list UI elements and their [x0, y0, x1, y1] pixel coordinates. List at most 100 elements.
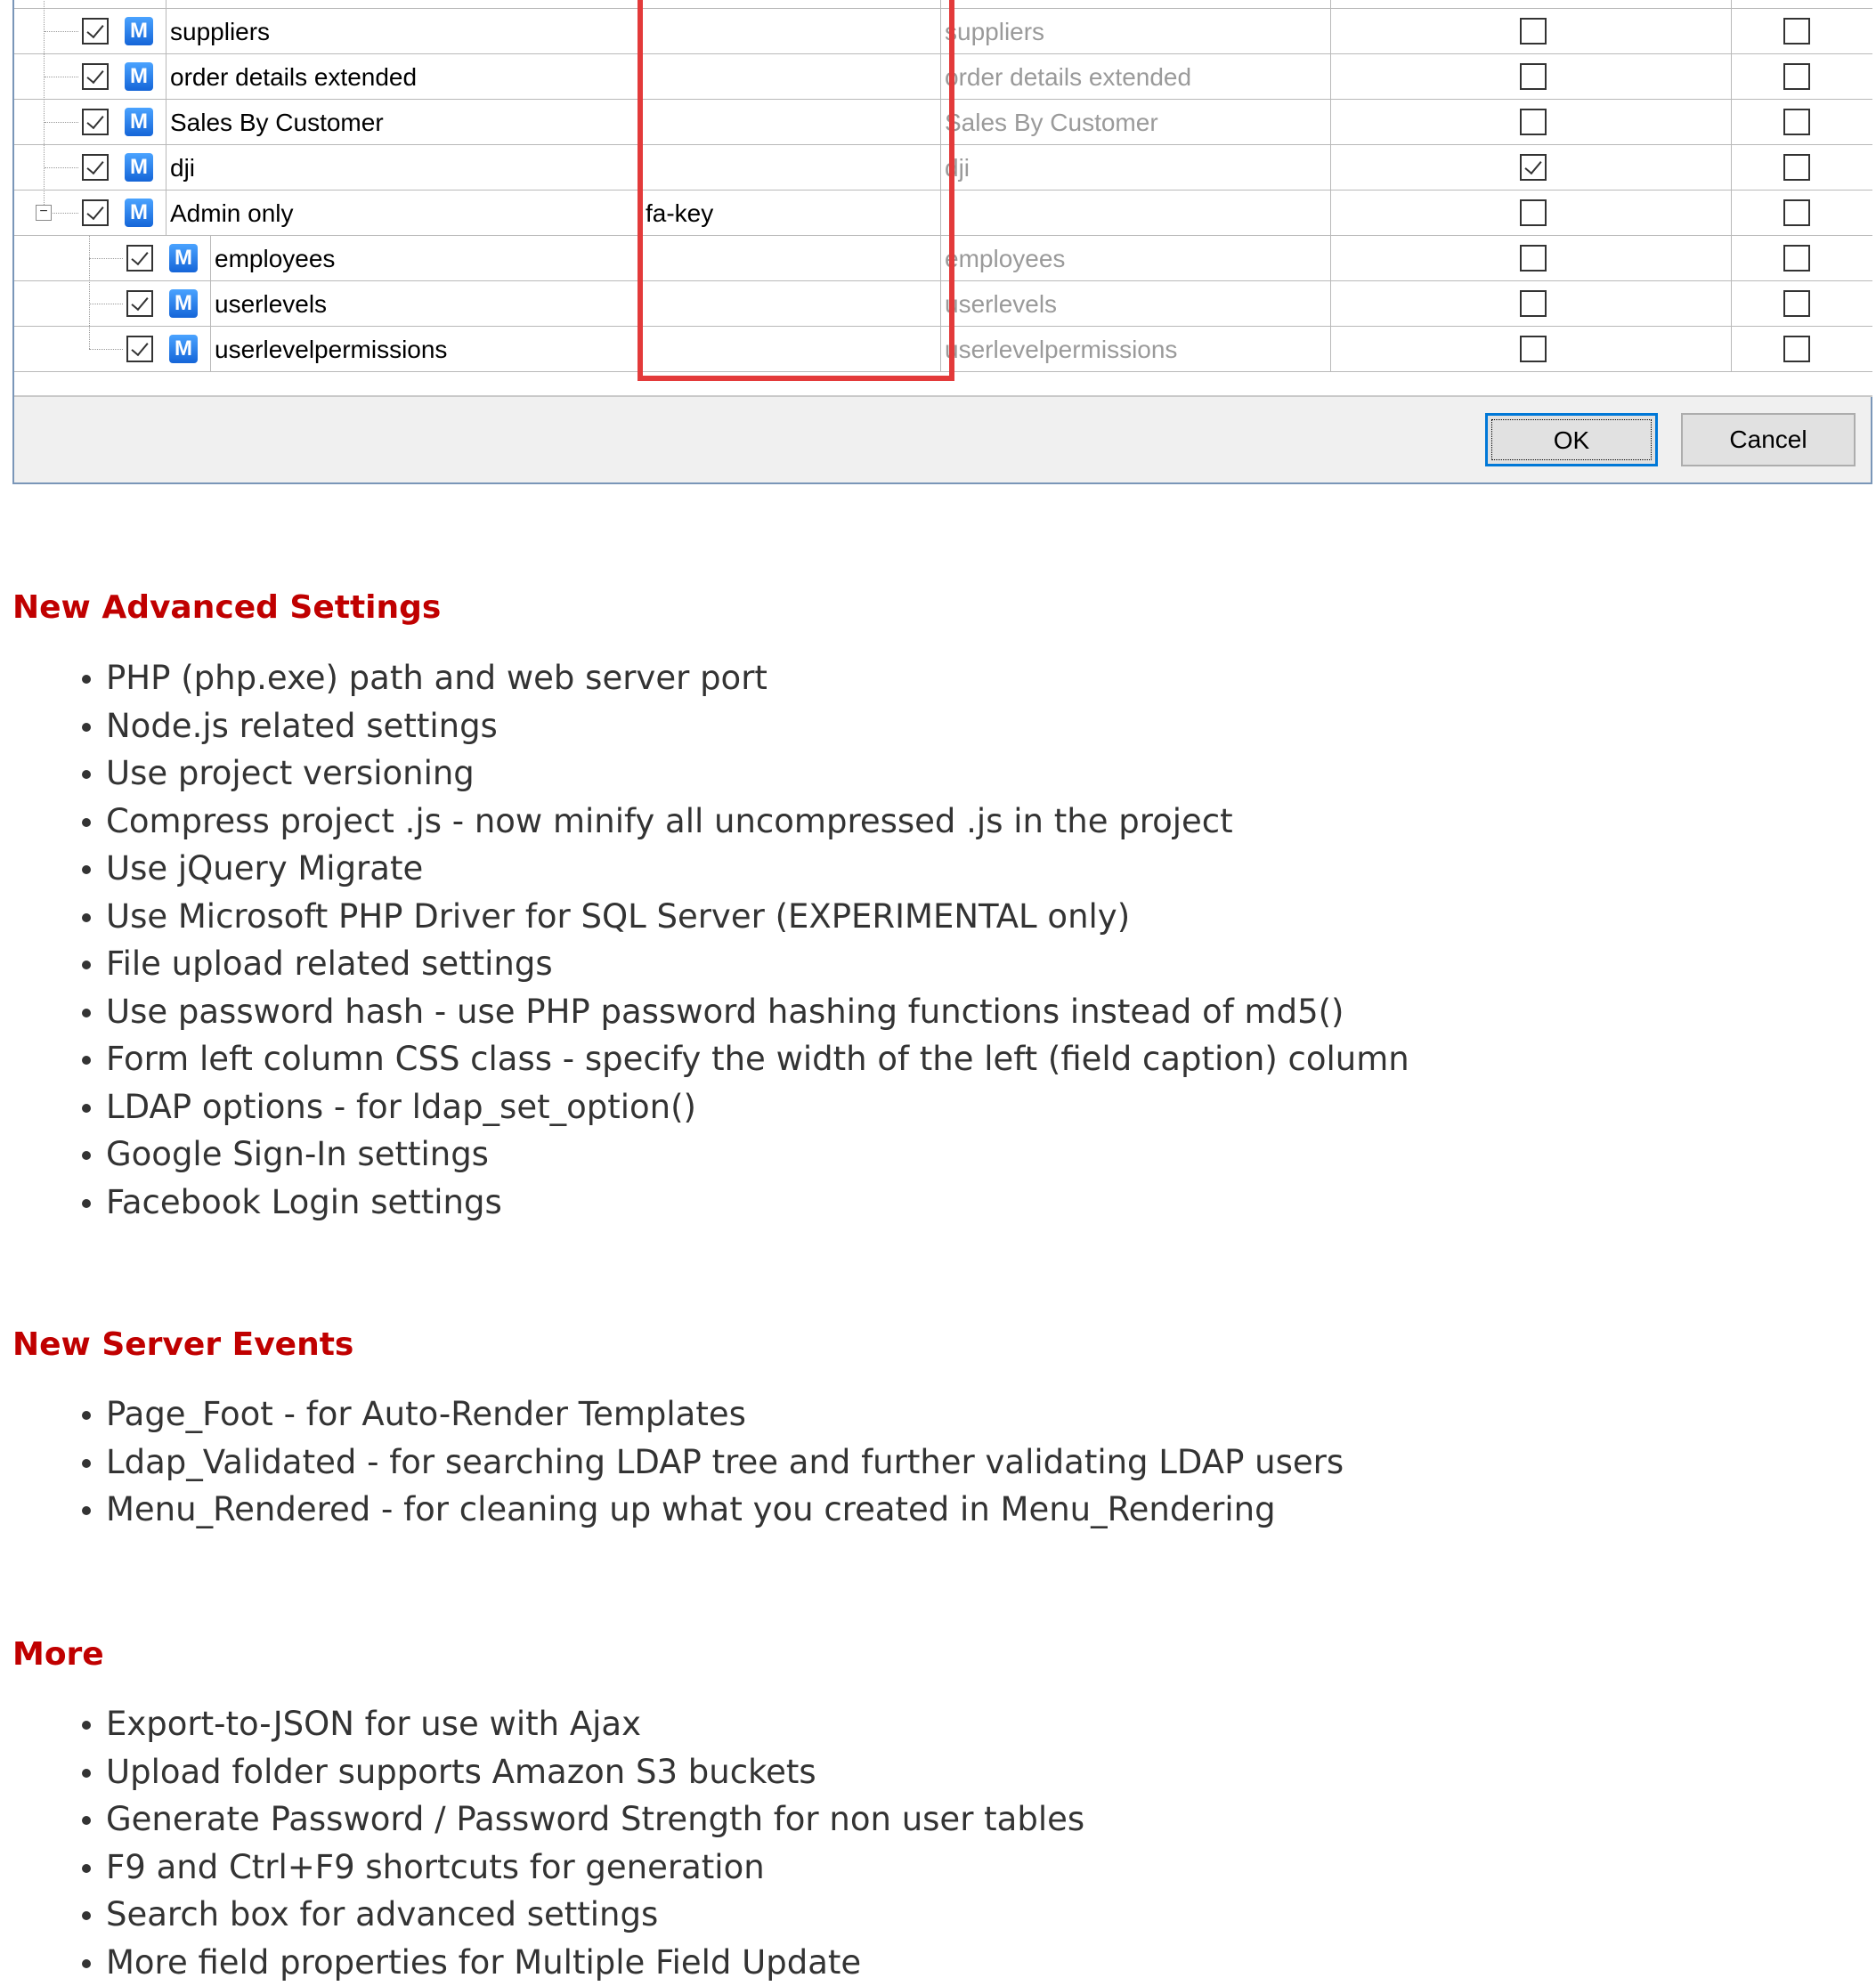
option2-checkbox[interactable] [1783, 245, 1810, 272]
feature-item: Facebook Login settings [106, 1179, 1409, 1227]
collapse-toggle[interactable]: − [36, 205, 52, 221]
url-cell[interactable]: order details extended [940, 54, 1330, 99]
option1-checkbox[interactable] [1520, 109, 1547, 135]
icon-class-cell[interactable]: fa-key [638, 190, 940, 235]
enable-checkbox[interactable] [82, 109, 109, 135]
icon-class-cell[interactable] [638, 100, 940, 144]
menu-label-cell[interactable]: dji [166, 145, 638, 190]
url-cell[interactable]: userlevelpermissions [940, 327, 1330, 371]
section-heading: More [12, 1636, 104, 1673]
url-cell[interactable]: userlevels [940, 281, 1330, 326]
option2-checkbox[interactable] [1783, 199, 1810, 226]
feature-item: More field properties for Multiple Field… [106, 1939, 1084, 1986]
option1-checkbox[interactable] [1520, 154, 1547, 181]
option1-checkbox[interactable] [1520, 63, 1547, 90]
feature-item: Compress project .js - now minify all un… [106, 798, 1409, 846]
tree-connector [89, 236, 90, 349]
menu-label-cell[interactable]: suppliers [166, 9, 638, 53]
menu-row[interactable]: Mdji dji [14, 145, 1872, 190]
menu-row[interactable]: Memployees employees [14, 236, 1872, 281]
url-cell[interactable]: Sales By Customer [940, 100, 1330, 144]
feature-item: Google Sign-In settings [106, 1131, 1409, 1179]
option2-checkbox[interactable] [1783, 18, 1810, 45]
enable-checkbox[interactable] [126, 290, 153, 317]
menu-label: Sales By Customer [166, 100, 384, 145]
menu-label-cell[interactable]: userlevels [210, 281, 638, 326]
feature-item: Use project versioning [106, 750, 1409, 798]
feature-item: PHP (php.exe) path and web server port [106, 654, 1409, 702]
url-cell[interactable] [940, 190, 1330, 235]
menu-label: employees [211, 236, 335, 281]
icon-class-cell[interactable] [638, 281, 940, 326]
menu-item-icon: M [125, 153, 153, 182]
option1-checkbox[interactable] [1520, 18, 1547, 45]
feature-item: File upload related settings [106, 940, 1409, 988]
enable-checkbox[interactable] [126, 336, 153, 362]
feature-item: Page_Foot - for Auto-Render Templates [106, 1390, 1344, 1439]
tree-connector [89, 349, 123, 350]
menu-item-icon: M [125, 17, 153, 45]
feature-item: Export-to-JSON for use with Ajax [106, 1700, 1084, 1748]
enable-checkbox[interactable] [82, 63, 109, 90]
option1-checkbox[interactable] [1520, 336, 1547, 362]
menu-label-cell[interactable]: employees [210, 236, 638, 280]
option2-cell [1731, 190, 1872, 235]
icon-class-cell[interactable] [638, 327, 940, 371]
enable-checkbox[interactable] [126, 245, 153, 272]
option1-cell [1330, 236, 1731, 280]
url-cell[interactable]: suppliers [940, 9, 1330, 53]
menu-label: userlevels [211, 281, 327, 327]
menu-label-cell[interactable]: order details extended [166, 54, 638, 99]
cancel-button[interactable]: Cancel [1681, 413, 1856, 466]
option1-cell [1330, 145, 1731, 190]
url-cell[interactable]: employees [940, 236, 1330, 280]
feature-item: Generate Password / Password Strength fo… [106, 1796, 1084, 1844]
menu-label: Admin only [166, 190, 294, 236]
menu-label-cell[interactable]: Admin only [166, 190, 638, 235]
menu-item-icon: M [169, 289, 198, 318]
url-cell[interactable]: dji [940, 145, 1330, 190]
tree-connector [45, 122, 78, 123]
menu-row[interactable]: Muserlevels userlevels [14, 281, 1872, 327]
icon-class-cell[interactable] [638, 145, 940, 190]
section-heading: New Server Events [12, 1326, 353, 1363]
feature-list: Page_Foot - for Auto-Render TemplatesLda… [106, 1390, 1344, 1534]
menu-row[interactable]: −MAdmin onlyfa-key [14, 190, 1872, 236]
option1-checkbox[interactable] [1520, 245, 1547, 272]
column-divider [940, 0, 941, 9]
option2-cell [1731, 100, 1872, 144]
feature-item: Ldap_Validated - for searching LDAP tree… [106, 1439, 1344, 1487]
icon-class-cell[interactable] [638, 9, 940, 53]
feature-item: Form left column CSS class - specify the… [106, 1035, 1409, 1083]
menu-item-icon: M [169, 244, 198, 272]
feature-list: PHP (php.exe) path and web server portNo… [106, 654, 1409, 1226]
menu-row[interactable]: MSales By CustomerSales By Customer [14, 100, 1872, 145]
feature-item: Use jQuery Migrate [106, 845, 1409, 893]
menu-label: userlevelpermissions [211, 327, 447, 372]
menu-label-cell[interactable]: userlevelpermissions [210, 327, 638, 371]
enable-checkbox[interactable] [82, 18, 109, 45]
option2-checkbox[interactable] [1783, 290, 1810, 317]
menu-label-cell[interactable]: Sales By Customer [166, 100, 638, 144]
option2-checkbox[interactable] [1783, 336, 1810, 362]
menu-label: order details extended [166, 54, 417, 100]
feature-item: LDAP options - for ldap_set_option() [106, 1083, 1409, 1131]
tree-connector [44, 0, 45, 205]
ok-button[interactable]: OK [1485, 413, 1658, 466]
enable-checkbox[interactable] [82, 199, 109, 226]
option1-checkbox[interactable] [1520, 290, 1547, 317]
menu-row[interactable]: Morder details extendedorder details ext… [14, 54, 1872, 100]
menu-row[interactable]: Msuppliers suppliers [14, 9, 1872, 54]
option2-checkbox[interactable] [1783, 154, 1810, 181]
enable-checkbox[interactable] [82, 154, 109, 181]
icon-class-cell[interactable] [638, 236, 940, 280]
option1-cell [1330, 54, 1731, 99]
option2-checkbox[interactable] [1783, 109, 1810, 135]
option1-checkbox[interactable] [1520, 199, 1547, 226]
icon-class-cell[interactable] [638, 54, 940, 99]
menu-row[interactable]: Muserlevelpermissionsuserlevelpermission… [14, 327, 1872, 372]
cancel-label: Cancel [1729, 426, 1807, 453]
menu-grid: MsupplierssuppliersMorder details extend… [14, 0, 1872, 397]
option2-checkbox[interactable] [1783, 63, 1810, 90]
section-heading: New Advanced Settings [12, 589, 441, 626]
